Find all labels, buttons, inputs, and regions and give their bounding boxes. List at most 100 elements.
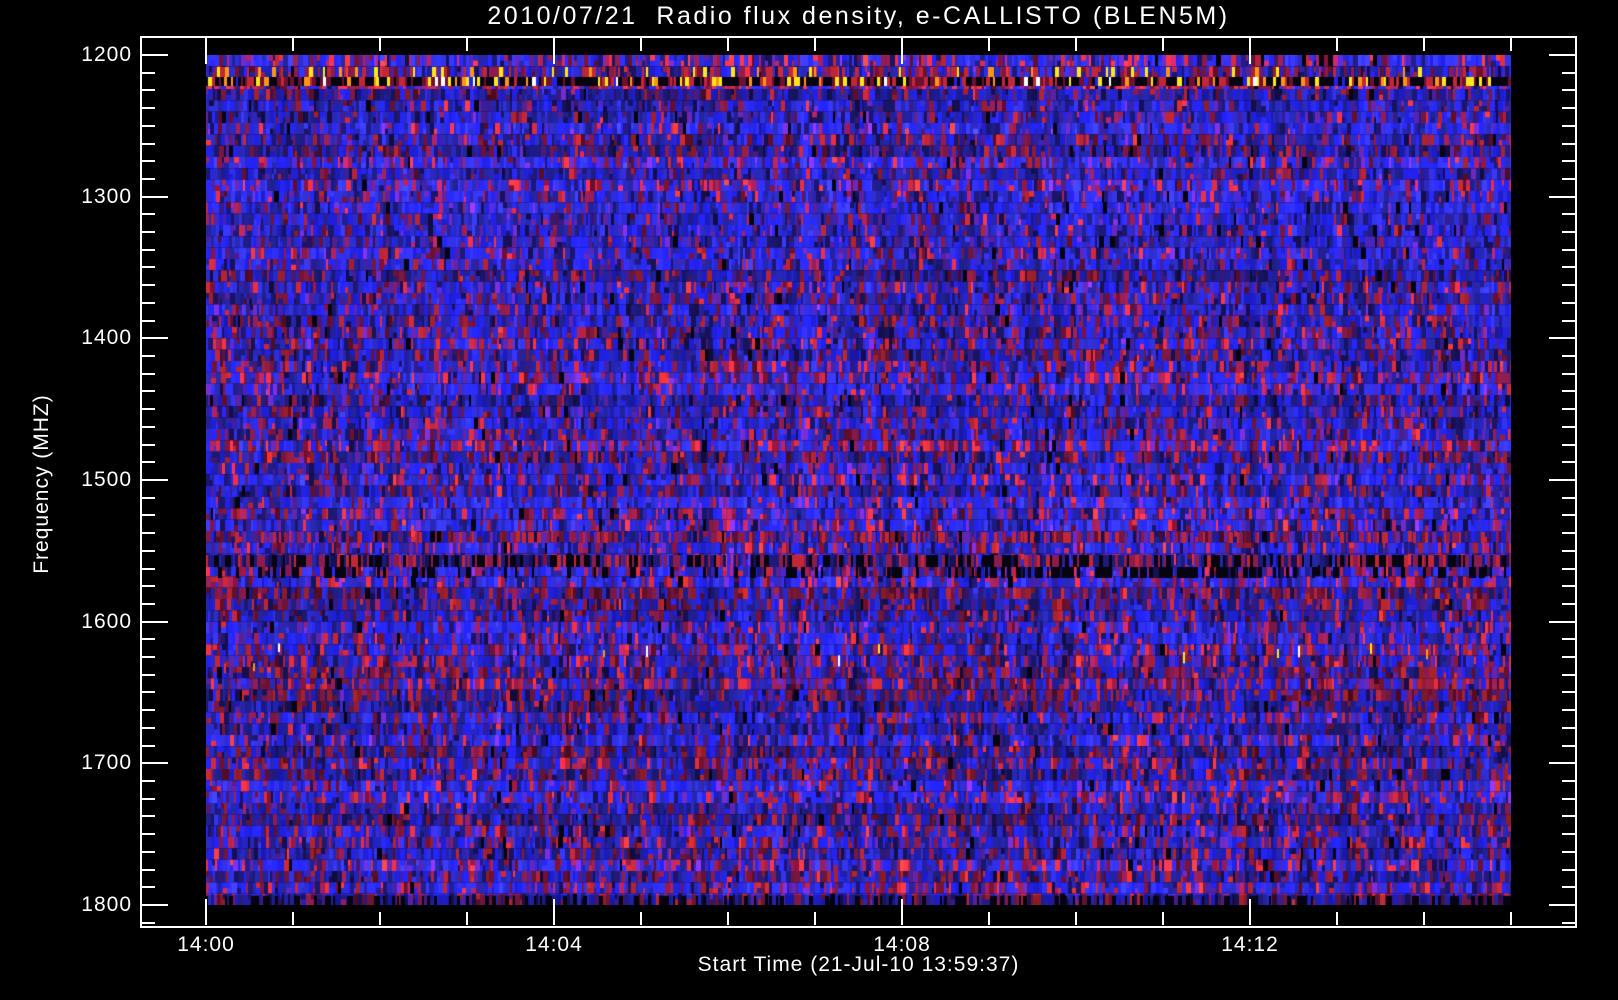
y-major-tick bbox=[1549, 620, 1575, 623]
y-minor-tick bbox=[1562, 567, 1575, 570]
y-major-tick bbox=[1549, 337, 1575, 340]
y-tick-label: 1800 bbox=[81, 893, 132, 916]
y-minor-tick bbox=[1562, 231, 1575, 234]
y-minor-tick bbox=[142, 142, 155, 145]
y-minor-tick bbox=[142, 177, 155, 180]
x-major-tick bbox=[553, 899, 555, 925]
y-minor-tick bbox=[142, 124, 155, 127]
x-minor-tick bbox=[640, 38, 642, 51]
y-minor-tick bbox=[1562, 585, 1575, 588]
y-minor-tick bbox=[1562, 142, 1575, 145]
y-minor-tick bbox=[142, 408, 155, 411]
y-minor-tick bbox=[142, 673, 155, 676]
y-major-tick bbox=[1549, 479, 1575, 481]
x-minor-tick bbox=[1162, 912, 1164, 925]
y-minor-tick bbox=[1562, 107, 1575, 110]
y-minor-tick bbox=[142, 231, 155, 234]
y-major-tick bbox=[1549, 195, 1575, 198]
y-minor-tick bbox=[1562, 461, 1575, 464]
y-minor-tick bbox=[1562, 514, 1575, 517]
y-minor-tick bbox=[1562, 815, 1575, 818]
y-minor-tick bbox=[1562, 886, 1575, 889]
y-tick-label: 1500 bbox=[81, 468, 132, 491]
y-minor-tick bbox=[1562, 301, 1575, 304]
y-minor-tick bbox=[142, 797, 155, 800]
y-minor-tick bbox=[1562, 266, 1575, 269]
x-minor-tick bbox=[379, 38, 381, 51]
y-minor-tick bbox=[142, 602, 155, 605]
y-major-tick bbox=[142, 620, 168, 623]
y-tick-label: 1700 bbox=[81, 751, 132, 775]
y-minor-tick bbox=[1562, 532, 1575, 535]
x-minor-tick bbox=[814, 38, 816, 51]
y-minor-tick bbox=[142, 355, 155, 358]
x-minor-tick bbox=[988, 38, 990, 51]
y-minor-tick bbox=[142, 549, 155, 552]
y-minor-tick bbox=[1562, 602, 1575, 605]
y-minor-tick bbox=[1562, 691, 1575, 694]
y-minor-tick bbox=[142, 780, 155, 783]
y-minor-tick bbox=[142, 372, 155, 375]
y-minor-tick bbox=[142, 691, 155, 694]
y-minor-tick bbox=[1562, 89, 1575, 92]
y-minor-tick bbox=[1562, 656, 1575, 659]
y-major-tick bbox=[142, 195, 168, 198]
y-major-tick bbox=[142, 904, 168, 906]
y-minor-tick bbox=[1562, 850, 1575, 853]
y-minor-tick bbox=[142, 709, 155, 712]
y-minor-tick bbox=[1562, 284, 1575, 287]
x-minor-tick bbox=[1510, 38, 1512, 51]
y-minor-tick bbox=[142, 868, 155, 871]
y-minor-tick bbox=[142, 390, 155, 393]
y-minor-tick bbox=[142, 833, 155, 836]
y-minor-tick bbox=[1562, 372, 1575, 375]
y-major-tick bbox=[142, 762, 168, 765]
y-minor-tick bbox=[142, 921, 155, 924]
x-axis-title: Start Time (21-Jul-10 13:59:37) bbox=[697, 953, 1020, 976]
y-minor-tick bbox=[1562, 921, 1575, 924]
x-minor-tick bbox=[640, 912, 642, 925]
y-minor-tick bbox=[1562, 355, 1575, 358]
y-minor-tick bbox=[1562, 496, 1575, 499]
y-major-tick bbox=[1549, 762, 1575, 765]
x-major-tick bbox=[901, 38, 903, 64]
y-minor-tick bbox=[1562, 673, 1575, 676]
y-minor-tick bbox=[142, 160, 155, 163]
x-major-tick bbox=[205, 38, 207, 64]
x-minor-tick bbox=[1336, 38, 1338, 51]
x-minor-tick bbox=[379, 912, 381, 925]
y-minor-tick bbox=[142, 213, 155, 216]
y-minor-tick bbox=[1562, 709, 1575, 712]
y-minor-tick bbox=[142, 443, 155, 446]
y-minor-tick bbox=[1562, 248, 1575, 251]
y-major-tick bbox=[1549, 904, 1575, 906]
x-minor-tick bbox=[292, 912, 294, 925]
y-tick-label: 1300 bbox=[81, 184, 132, 208]
y-minor-tick bbox=[1562, 780, 1575, 783]
y-minor-tick bbox=[1562, 160, 1575, 163]
x-minor-tick bbox=[292, 38, 294, 51]
y-minor-tick bbox=[142, 319, 155, 322]
x-minor-tick bbox=[727, 912, 729, 925]
x-major-tick bbox=[901, 899, 903, 925]
y-minor-tick bbox=[142, 301, 155, 304]
y-minor-tick bbox=[142, 71, 155, 74]
y-minor-tick bbox=[1562, 319, 1575, 322]
y-tick-label: 1600 bbox=[81, 609, 132, 633]
y-minor-tick bbox=[142, 585, 155, 588]
x-minor-tick bbox=[1423, 38, 1425, 51]
x-minor-tick bbox=[1336, 912, 1338, 925]
x-major-tick bbox=[1249, 38, 1251, 64]
x-minor-tick bbox=[1423, 912, 1425, 925]
plot-border bbox=[140, 36, 1577, 928]
y-minor-tick bbox=[1562, 744, 1575, 747]
y-minor-tick bbox=[142, 266, 155, 269]
y-minor-tick bbox=[1562, 868, 1575, 871]
y-minor-tick bbox=[142, 89, 155, 92]
y-minor-tick bbox=[1562, 443, 1575, 446]
x-minor-tick bbox=[466, 38, 468, 51]
y-minor-tick bbox=[1562, 726, 1575, 729]
y-minor-tick bbox=[1562, 177, 1575, 180]
x-minor-tick bbox=[1075, 38, 1077, 51]
chart-title: 2010/07/21 Radio flux density, e-CALLIST… bbox=[487, 2, 1230, 30]
